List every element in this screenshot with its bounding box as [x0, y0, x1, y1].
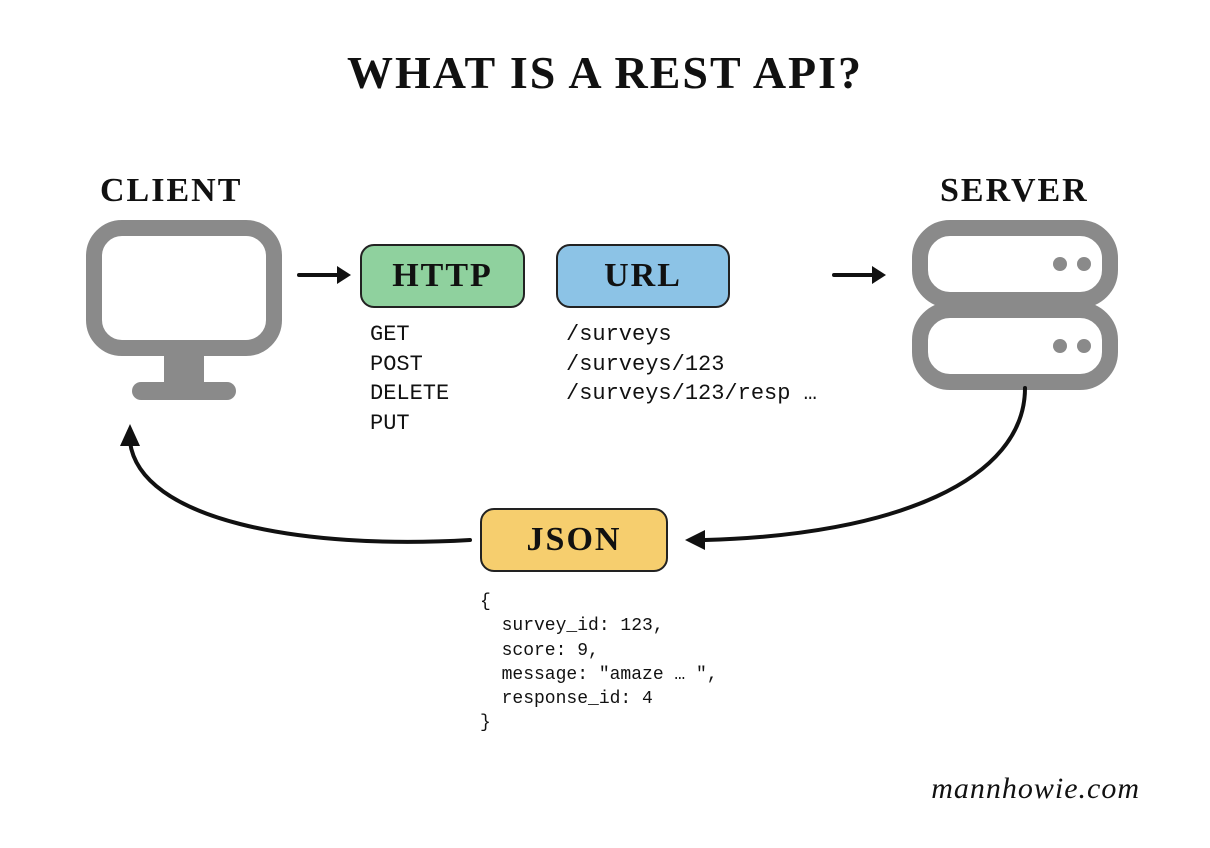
- attribution-text: mannhowie.com: [931, 772, 1140, 806]
- arrow-json-to-client-icon: [100, 420, 480, 570]
- arrow-client-to-http-icon: [295, 260, 353, 290]
- arrow-url-to-server-icon: [830, 260, 888, 290]
- http-box: HTTP: [360, 244, 525, 308]
- server-stack-icon: [910, 218, 1120, 393]
- server-label: SERVER: [940, 172, 1089, 210]
- client-monitor-icon: [84, 218, 284, 408]
- client-label: CLIENT: [100, 172, 242, 210]
- diagram-title: WHAT IS A REST API?: [0, 46, 1210, 99]
- json-box: JSON: [480, 508, 668, 572]
- arrow-server-to-json-icon: [675, 380, 1055, 560]
- json-body-snippet: { survey_id: 123, score: 9, message: "am…: [480, 590, 718, 736]
- url-box: URL: [556, 244, 730, 308]
